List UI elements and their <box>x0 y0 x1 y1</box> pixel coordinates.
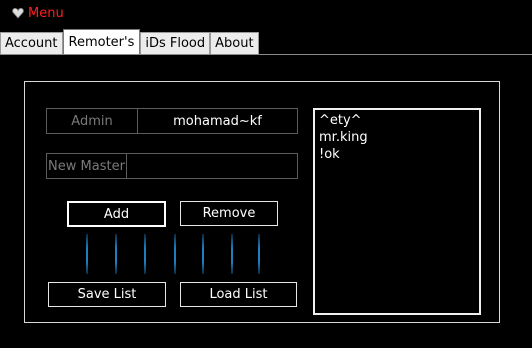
decorative-bar <box>258 234 260 274</box>
heart-icon <box>12 7 24 19</box>
decorative-bars <box>60 234 300 274</box>
new-master-label: New Master <box>47 154 127 178</box>
remove-button[interactable]: Remove <box>180 201 278 226</box>
tab-ids-flood[interactable]: iDs Flood <box>140 32 211 54</box>
tab-remoters[interactable]: Remoter's <box>62 29 141 54</box>
decorative-bar <box>174 234 176 274</box>
admin-field: Admin mohamad~kf <box>46 108 298 134</box>
tab-about[interactable]: About <box>210 32 259 54</box>
master-listbox[interactable]: ^ety^ mr.king !ok <box>313 108 481 315</box>
add-button[interactable]: Add <box>67 201 166 227</box>
list-item[interactable]: mr.king <box>319 129 475 146</box>
new-master-field: New Master <box>46 153 298 179</box>
admin-value: mohamad~kf <box>138 109 297 133</box>
list-item[interactable]: ^ety^ <box>319 112 475 129</box>
decorative-bar <box>115 234 117 274</box>
decorative-bar <box>144 234 146 274</box>
tab-strip: Account Remoter's iDs Flood About <box>0 29 259 54</box>
tab-divider <box>0 54 532 55</box>
admin-label: Admin <box>47 109 138 133</box>
decorative-bar <box>86 234 88 274</box>
decorative-bar <box>231 234 233 274</box>
load-list-button[interactable]: Load List <box>180 282 297 307</box>
tab-account[interactable]: Account <box>0 32 63 54</box>
menu-label[interactable]: Menu <box>28 6 64 21</box>
new-master-input[interactable] <box>127 154 297 178</box>
decorative-bar <box>202 234 204 274</box>
save-list-button[interactable]: Save List <box>48 282 166 307</box>
list-item[interactable]: !ok <box>319 146 475 163</box>
menu-bar[interactable]: Menu <box>12 4 64 22</box>
